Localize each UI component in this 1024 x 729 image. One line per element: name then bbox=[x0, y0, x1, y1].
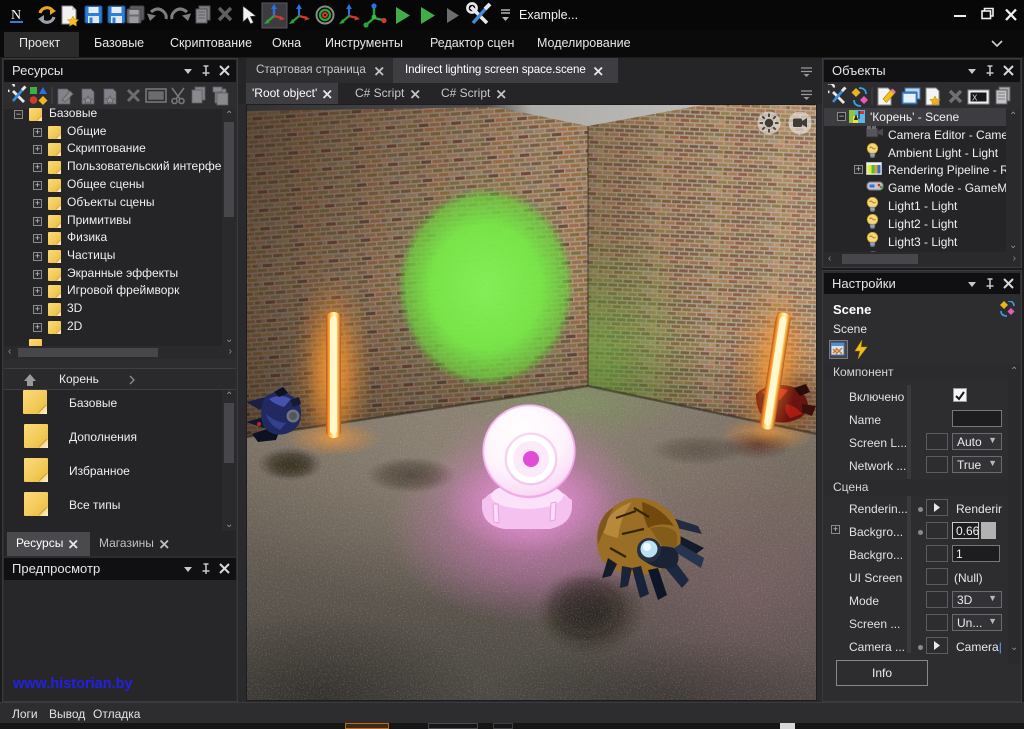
svg-text:Example...: Example... bbox=[519, 8, 578, 22]
svg-text:X: X bbox=[972, 94, 978, 103]
svg-text:N: N bbox=[11, 8, 21, 23]
